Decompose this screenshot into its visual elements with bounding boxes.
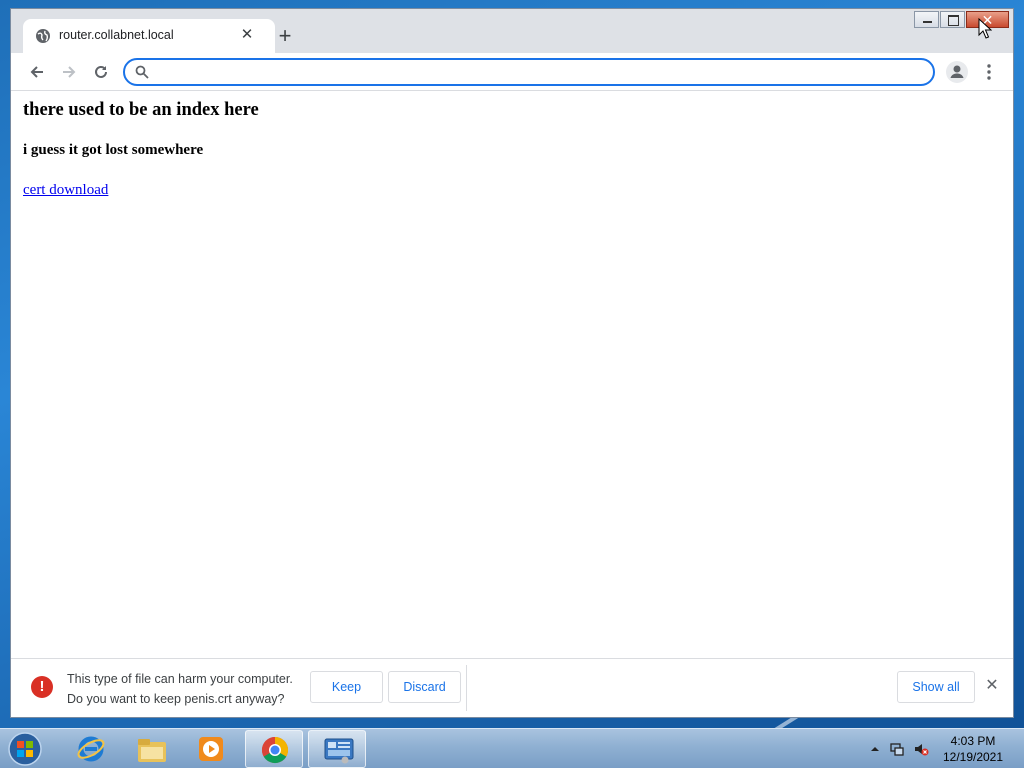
discard-button[interactable]: Discard xyxy=(388,671,461,703)
show-all-button[interactable]: Show all xyxy=(897,671,975,703)
clock-time: 4:03 PM xyxy=(950,734,996,748)
folder-icon xyxy=(138,739,166,762)
download-bar-divider xyxy=(466,665,467,711)
taskbar-media-player[interactable] xyxy=(182,730,240,768)
window-controls: ✕ xyxy=(913,11,1009,29)
browser-window: router.collabnet.local ✕ + ✕ there used … xyxy=(10,8,1014,718)
arrow-right-icon xyxy=(63,66,76,78)
warning-line-1: This type of file can harm your computer… xyxy=(67,672,293,686)
media-player-icon xyxy=(199,737,223,761)
warning-line-2: Do you want to keep penis.crt anyway? xyxy=(67,692,285,706)
mouse-cursor-icon xyxy=(978,18,992,39)
new-tab-button[interactable]: + xyxy=(273,25,297,49)
tab-title: router.collabnet.local xyxy=(59,28,174,42)
page-content: there used to be an index here i guess i… xyxy=(11,91,1013,658)
warning-icon: ! xyxy=(31,676,53,698)
control-panel-icon xyxy=(324,738,354,764)
maximize-button[interactable] xyxy=(940,11,965,28)
taskbar: 4:03 PM 12/19/2021 xyxy=(0,728,1024,768)
page-heading: there used to be an index here xyxy=(23,100,259,120)
profile-button[interactable] xyxy=(946,61,968,83)
forward-button[interactable] xyxy=(57,60,81,84)
browser-toolbar xyxy=(11,53,1013,91)
taskbar-file-explorer[interactable] xyxy=(122,730,180,768)
taskbar-control-panel[interactable] xyxy=(308,730,366,768)
title-bar: router.collabnet.local ✕ + ✕ xyxy=(11,9,1013,53)
keep-button[interactable]: Keep xyxy=(310,671,383,703)
browser-tab[interactable]: router.collabnet.local ✕ xyxy=(23,19,275,53)
page-subheading: i guess it got lost somewhere xyxy=(23,142,204,158)
globe-icon xyxy=(36,29,50,43)
tab-close-icon[interactable]: ✕ xyxy=(237,25,257,45)
download-bar: ! This type of file can harm your comput… xyxy=(11,658,1013,717)
menu-button[interactable] xyxy=(979,61,999,83)
reload-button[interactable] xyxy=(89,60,113,84)
cert-download-link[interactable]: cert download xyxy=(23,182,108,199)
back-button[interactable] xyxy=(25,60,49,84)
taskbar-internet-explorer[interactable] xyxy=(62,730,120,768)
reload-icon xyxy=(95,65,107,78)
minimize-button[interactable] xyxy=(914,11,939,28)
close-download-bar-icon[interactable]: ✕ xyxy=(981,675,1003,697)
person-icon xyxy=(950,65,964,78)
system-clock[interactable]: 4:03 PM 12/19/2021 xyxy=(940,733,1006,765)
clock-date: 12/19/2021 xyxy=(942,750,1004,764)
more-vertical-icon xyxy=(987,64,991,80)
arrow-left-icon xyxy=(30,66,43,78)
search-icon xyxy=(135,65,149,79)
show-hidden-icons-icon[interactable] xyxy=(867,741,883,757)
volume-muted-icon[interactable] xyxy=(913,741,929,757)
chrome-icon xyxy=(261,736,289,764)
address-input[interactable] xyxy=(157,63,917,81)
address-bar[interactable] xyxy=(123,58,935,86)
network-icon[interactable] xyxy=(889,741,905,757)
download-warning: This type of file can harm your computer… xyxy=(67,669,293,709)
internet-explorer-icon xyxy=(77,736,105,762)
start-button[interactable] xyxy=(6,731,44,767)
taskbar-chrome[interactable] xyxy=(245,730,303,768)
